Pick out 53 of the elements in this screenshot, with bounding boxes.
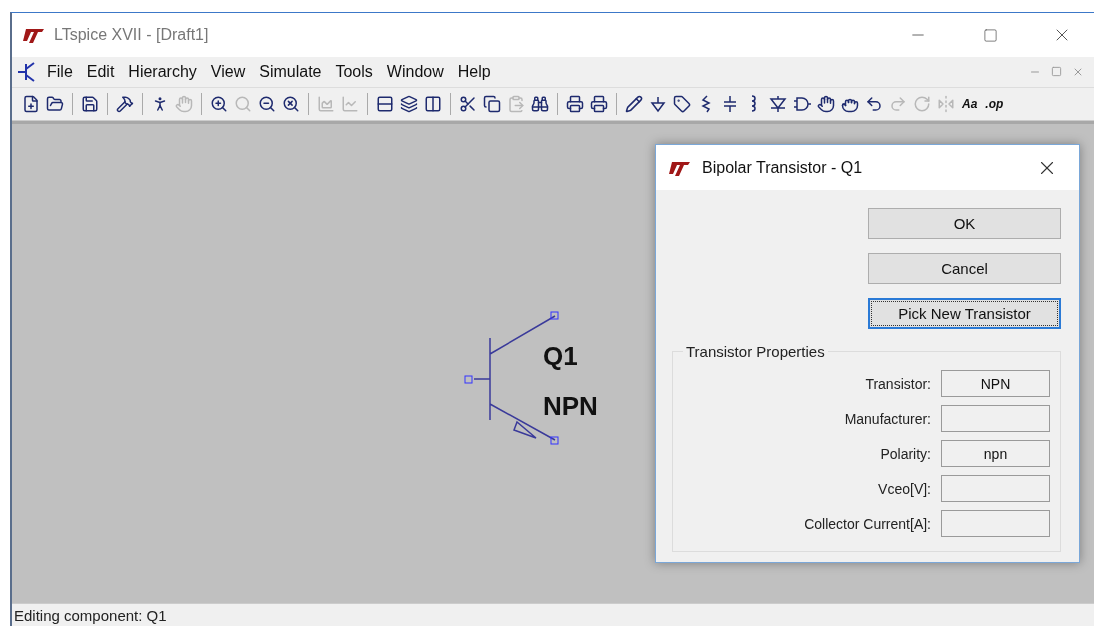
toolbar-button[interactable]: Aa xyxy=(959,97,981,111)
input-field[interactable] xyxy=(941,405,1050,432)
dialog-button[interactable]: Cancel xyxy=(868,253,1061,284)
copy-icon[interactable] xyxy=(483,95,501,113)
capacitor-icon[interactable] xyxy=(721,95,739,113)
component-value: NPN xyxy=(543,391,598,422)
menu-item[interactable]: File xyxy=(42,63,78,81)
dialog-button[interactable]: OK xyxy=(868,208,1061,239)
menu-item[interactable]: Window xyxy=(381,63,449,81)
window-title: LTspice XVII - [Draft1] xyxy=(54,26,210,44)
hand-icon[interactable] xyxy=(817,95,835,113)
status-text: Editing component: Q1 xyxy=(14,606,167,624)
diode-icon[interactable] xyxy=(769,95,787,113)
input-field[interactable] xyxy=(941,475,1050,502)
menu-item[interactable]: Edit xyxy=(81,63,120,81)
component-name: Q1 xyxy=(543,341,578,372)
zoom-out-icon[interactable] xyxy=(258,95,276,113)
input-field[interactable]: NPN xyxy=(941,370,1050,397)
new-file-icon[interactable] xyxy=(22,95,40,113)
magnifier-cross-icon[interactable] xyxy=(282,95,300,113)
dialog-button[interactable]: Pick New Transistor xyxy=(868,298,1061,329)
logo-icon xyxy=(22,27,46,43)
hammer-icon[interactable] xyxy=(116,95,134,113)
binoculars-icon[interactable] xyxy=(531,95,549,113)
printer-icon[interactable] xyxy=(566,95,584,113)
undo-icon[interactable] xyxy=(865,95,883,113)
pencil-icon[interactable] xyxy=(625,95,643,113)
field-label: Manufacturer: xyxy=(844,410,931,427)
field-label: Vceo[V]: xyxy=(878,480,931,497)
folder-icon[interactable] xyxy=(46,95,64,113)
field-label: Collector Current[A]: xyxy=(804,515,931,532)
scissors-icon[interactable] xyxy=(459,95,477,113)
logo-icon xyxy=(668,159,692,176)
gate-icon[interactable] xyxy=(793,95,811,113)
menu-item[interactable]: View xyxy=(205,63,251,81)
tile-windows-icon[interactable] xyxy=(424,95,442,113)
group-title: Transistor Properties xyxy=(685,343,826,360)
ground-icon[interactable] xyxy=(649,95,667,113)
cascade-windows-icon[interactable] xyxy=(400,95,418,113)
input-field[interactable]: npn xyxy=(941,440,1050,467)
zoom-in-icon[interactable] xyxy=(210,95,228,113)
dialog-title: Bipolar Transistor - Q1 xyxy=(702,158,864,177)
printer-icon[interactable] xyxy=(590,95,608,113)
label-icon[interactable] xyxy=(673,95,691,113)
input-field[interactable] xyxy=(941,510,1050,537)
field-label: Transistor: xyxy=(865,375,931,392)
tile-windows-icon[interactable] xyxy=(376,95,394,113)
menu-item[interactable]: Tools xyxy=(330,63,378,81)
menu-item[interactable]: Help xyxy=(452,63,496,81)
toolbar-button[interactable]: .op xyxy=(982,97,1007,111)
menu-item[interactable]: Hierarchy xyxy=(123,63,202,81)
menu-item[interactable]: Simulate xyxy=(254,63,327,81)
field-label: Polarity: xyxy=(880,445,931,462)
